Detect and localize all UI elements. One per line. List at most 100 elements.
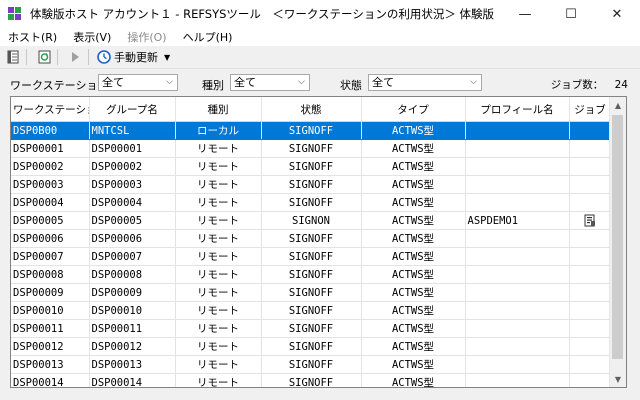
type-cell: リモート — [175, 301, 262, 320]
type-cell: リモート — [175, 319, 262, 338]
job-cell — [569, 175, 612, 194]
status-cell: SIGNOFF — [261, 247, 362, 266]
workstation-cell: DSP00009 — [11, 283, 90, 302]
table-row[interactable]: DSP00014 DSP00014 リモート SIGNOFF ACTWS型 — [11, 373, 612, 387]
profile-cell — [465, 301, 570, 320]
table-row[interactable]: DSP00007 DSP00007 リモート SIGNOFF ACTWS型 — [11, 247, 612, 266]
profile-cell — [465, 247, 570, 266]
table-row[interactable]: DSP00003 DSP00003 リモート SIGNOFF ACTWS型 — [11, 175, 612, 194]
kind-cell: ACTWS型 — [361, 193, 466, 212]
group-cell: DSP00001 — [89, 139, 176, 158]
table-row[interactable]: DSP00013 DSP00013 リモート SIGNOFF ACTWS型 — [11, 355, 612, 374]
group-cell: DSP00002 — [89, 157, 176, 176]
table-row[interactable]: DSP00011 DSP00011 リモート SIGNOFF ACTWS型 — [11, 319, 612, 338]
type-cell: リモート — [175, 355, 262, 374]
profile-cell — [465, 157, 570, 176]
type-cell: リモート — [175, 193, 262, 212]
kind-cell: ACTWS型 — [361, 121, 466, 140]
job-count-label: ジョブ数： — [550, 79, 604, 91]
profile-cell — [465, 319, 570, 338]
workstation-cell: DSP00008 — [11, 265, 90, 284]
profile-cell — [465, 337, 570, 356]
menu-host[interactable]: ホスト(R) — [0, 29, 65, 45]
column-header-job[interactable]: ジョブ — [569, 97, 612, 122]
sheet-button[interactable] — [4, 48, 22, 66]
menu-view[interactable]: 表示(V) — [65, 29, 119, 45]
column-header-kind[interactable]: タイプ — [361, 97, 466, 122]
kind-cell: ACTWS型 — [361, 319, 466, 338]
column-header-profile[interactable]: プロフィール名 — [465, 97, 570, 122]
job-cell — [569, 193, 612, 212]
close-button[interactable]: ✕ — [594, 0, 640, 28]
play-icon — [72, 52, 79, 62]
table-row[interactable]: DSP0B00 MNTCSL ローカル SIGNOFF ACTWS型 — [11, 121, 612, 140]
type-cell: リモート — [175, 373, 262, 387]
workstation-cell: DSP00006 — [11, 229, 90, 248]
kind-cell: ACTWS型 — [361, 265, 466, 284]
toolbar-separator — [88, 49, 89, 65]
column-header-type[interactable]: 種別 — [175, 97, 262, 122]
manual-refresh-button[interactable]: 手動更新 ▼ — [97, 49, 170, 65]
job-count-value: 24 — [614, 79, 628, 91]
column-header-group[interactable]: グループ名 — [89, 97, 176, 122]
table-row[interactable]: DSP00001 DSP00001 リモート SIGNOFF ACTWS型 — [11, 139, 612, 158]
job-cell — [569, 211, 612, 230]
play-button[interactable] — [66, 48, 84, 66]
workstation-cell: DSP00004 — [11, 193, 90, 212]
status-filter-select[interactable]: 全て ⌵ — [368, 74, 482, 91]
kind-cell: ACTWS型 — [361, 283, 466, 302]
table-row[interactable]: DSP00006 DSP00006 リモート SIGNOFF ACTWS型 — [11, 229, 612, 248]
job-cell — [569, 283, 612, 302]
scroll-down-icon[interactable]: ▼ — [610, 371, 626, 387]
menu-bar: ホスト(R) 表示(V) 操作(O) ヘルプ(H) — [0, 28, 640, 46]
menu-help[interactable]: ヘルプ(H) — [175, 29, 241, 45]
scroll-up-icon[interactable]: ▲ — [610, 97, 626, 113]
type-filter-label: 種別 — [202, 79, 224, 92]
group-cell: DSP00007 — [89, 247, 176, 266]
table-row[interactable]: DSP00009 DSP00009 リモート SIGNOFF ACTWS型 — [11, 283, 612, 302]
type-cell: リモート — [175, 157, 262, 176]
chevron-down-icon[interactable]: ▼ — [164, 53, 170, 62]
status-cell: SIGNOFF — [261, 193, 362, 212]
table-row[interactable]: DSP00008 DSP00008 リモート SIGNOFF ACTWS型 — [11, 265, 612, 284]
type-cell: リモート — [175, 283, 262, 302]
workstation-grid[interactable]: ワークステーション名 グループ名 種別 状態 タイプ プロフィール名 ジョブ D… — [10, 96, 627, 388]
title-bar: 体験版ホスト アカウント１ - REFSYSツール ＜ワークステーションの利用状… — [0, 0, 640, 28]
vertical-scrollbar[interactable]: ▲ ▼ — [609, 97, 626, 387]
kind-cell: ACTWS型 — [361, 247, 466, 266]
table-row[interactable]: DSP00005 DSP00005 リモート SIGNON ACTWS型 ASPDEMO1 — [11, 211, 612, 230]
table-row[interactable]: DSP00002 DSP00002 リモート SIGNOFF ACTWS型 — [11, 157, 612, 176]
window-title: 体験版ホスト アカウント１ - REFSYSツール ＜ワークステーションの利用状… — [30, 7, 494, 21]
scrollbar-thumb[interactable] — [612, 115, 623, 359]
maximize-button[interactable]: ☐ — [548, 0, 594, 28]
toolbar-separator — [26, 49, 27, 65]
column-header-workstation[interactable]: ワークステーション名 — [11, 97, 90, 122]
group-cell: MNTCSL — [89, 121, 176, 140]
column-header-status[interactable]: 状態 — [261, 97, 362, 122]
reload-button[interactable] — [35, 48, 53, 66]
chevron-down-icon: ⌵ — [470, 77, 477, 87]
workstation-cell: DSP00001 — [11, 139, 90, 158]
status-filter-value: 全て — [372, 76, 394, 89]
status-filter-label: 状態 — [340, 79, 362, 92]
job-document-icon[interactable] — [584, 214, 596, 227]
table-row[interactable]: DSP00010 DSP00010 リモート SIGNOFF ACTWS型 — [11, 301, 612, 320]
workstation-filter-value: 全て — [102, 76, 124, 89]
group-cell: DSP00005 — [89, 211, 176, 230]
type-filter-select[interactable]: 全て ⌵ — [230, 74, 310, 91]
workstation-cell: DSP00012 — [11, 337, 90, 356]
toolbar-separator — [57, 49, 58, 65]
profile-cell — [465, 265, 570, 284]
job-cell — [569, 319, 612, 338]
filter-bar: ワークステーション名 全て ⌵ 種別 全て ⌵ 状態 全て ⌵ ジョブ数： 24 — [0, 72, 640, 94]
menu-operation[interactable]: 操作(O) — [119, 29, 174, 45]
table-row[interactable]: DSP00012 DSP00012 リモート SIGNOFF ACTWS型 — [11, 337, 612, 356]
job-cell — [569, 229, 612, 248]
workstation-cell: DSP00010 — [11, 301, 90, 320]
kind-cell: ACTWS型 — [361, 157, 466, 176]
profile-cell — [465, 121, 570, 140]
workstation-filter-select[interactable]: 全て ⌵ — [98, 74, 178, 91]
table-row[interactable]: DSP00004 DSP00004 リモート SIGNOFF ACTWS型 — [11, 193, 612, 212]
minimize-button[interactable]: — — [502, 0, 548, 28]
status-cell: SIGNOFF — [261, 373, 362, 387]
